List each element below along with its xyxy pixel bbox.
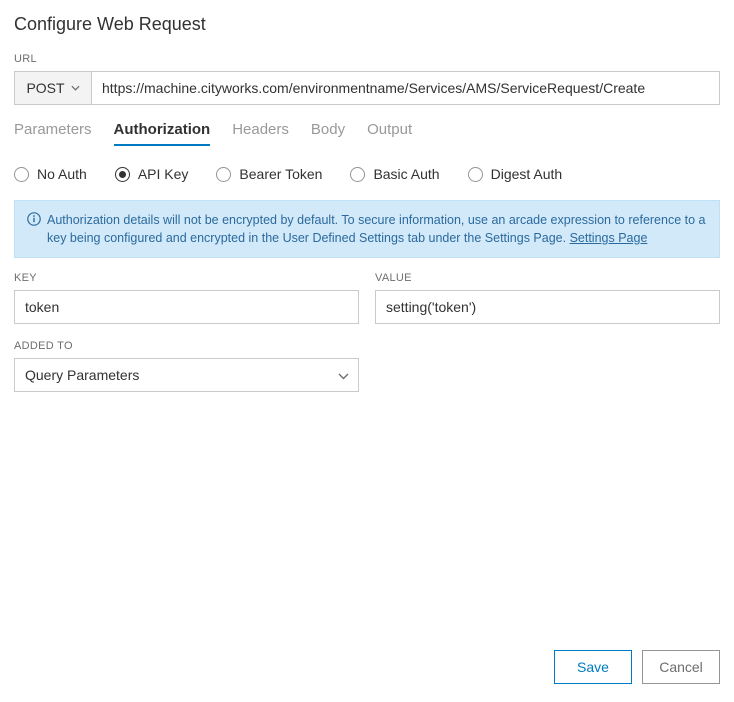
radio-label: No Auth [37, 166, 87, 182]
http-method-value: POST [26, 80, 64, 96]
url-row: POST [14, 71, 720, 105]
radio-icon [216, 167, 231, 182]
save-button[interactable]: Save [554, 650, 632, 684]
tab-authorization[interactable]: Authorization [114, 121, 211, 146]
radio-basic-auth[interactable]: Basic Auth [350, 166, 439, 182]
added-to-label: ADDED TO [14, 340, 359, 352]
added-to-select[interactable]: Query Parameters [14, 358, 359, 392]
tabs: Parameters Authorization Headers Body Ou… [14, 121, 720, 146]
radio-api-key[interactable]: API Key [115, 166, 189, 182]
tab-body[interactable]: Body [311, 121, 345, 146]
radio-label: API Key [138, 166, 189, 182]
key-label: KEY [14, 272, 359, 284]
tab-output[interactable]: Output [367, 121, 412, 146]
cancel-button[interactable]: Cancel [642, 650, 720, 684]
value-input[interactable] [375, 290, 720, 324]
radio-label: Bearer Token [239, 166, 322, 182]
radio-no-auth[interactable]: No Auth [14, 166, 87, 182]
footer-buttons: Save Cancel [554, 650, 720, 684]
radio-icon [468, 167, 483, 182]
info-icon [27, 212, 41, 226]
url-label: URL [14, 53, 720, 65]
chevron-down-icon [71, 84, 80, 93]
tab-parameters[interactable]: Parameters [14, 121, 92, 146]
settings-page-link[interactable]: Settings Page [570, 231, 648, 245]
key-input[interactable] [14, 290, 359, 324]
radio-label: Digest Auth [491, 166, 563, 182]
page-title: Configure Web Request [14, 14, 720, 35]
url-input[interactable] [92, 71, 720, 105]
value-label: VALUE [375, 272, 720, 284]
auth-type-radios: No Auth API Key Bearer Token Basic Auth … [14, 166, 720, 182]
radio-icon [115, 167, 130, 182]
radio-label: Basic Auth [373, 166, 439, 182]
tab-headers[interactable]: Headers [232, 121, 289, 146]
info-banner: Authorization details will not be encryp… [14, 200, 720, 258]
info-text: Authorization details will not be encryp… [47, 211, 707, 247]
radio-icon [14, 167, 29, 182]
radio-digest-auth[interactable]: Digest Auth [468, 166, 563, 182]
radio-icon [350, 167, 365, 182]
radio-bearer-token[interactable]: Bearer Token [216, 166, 322, 182]
added-to-value: Query Parameters [25, 367, 139, 383]
http-method-select[interactable]: POST [14, 71, 92, 105]
